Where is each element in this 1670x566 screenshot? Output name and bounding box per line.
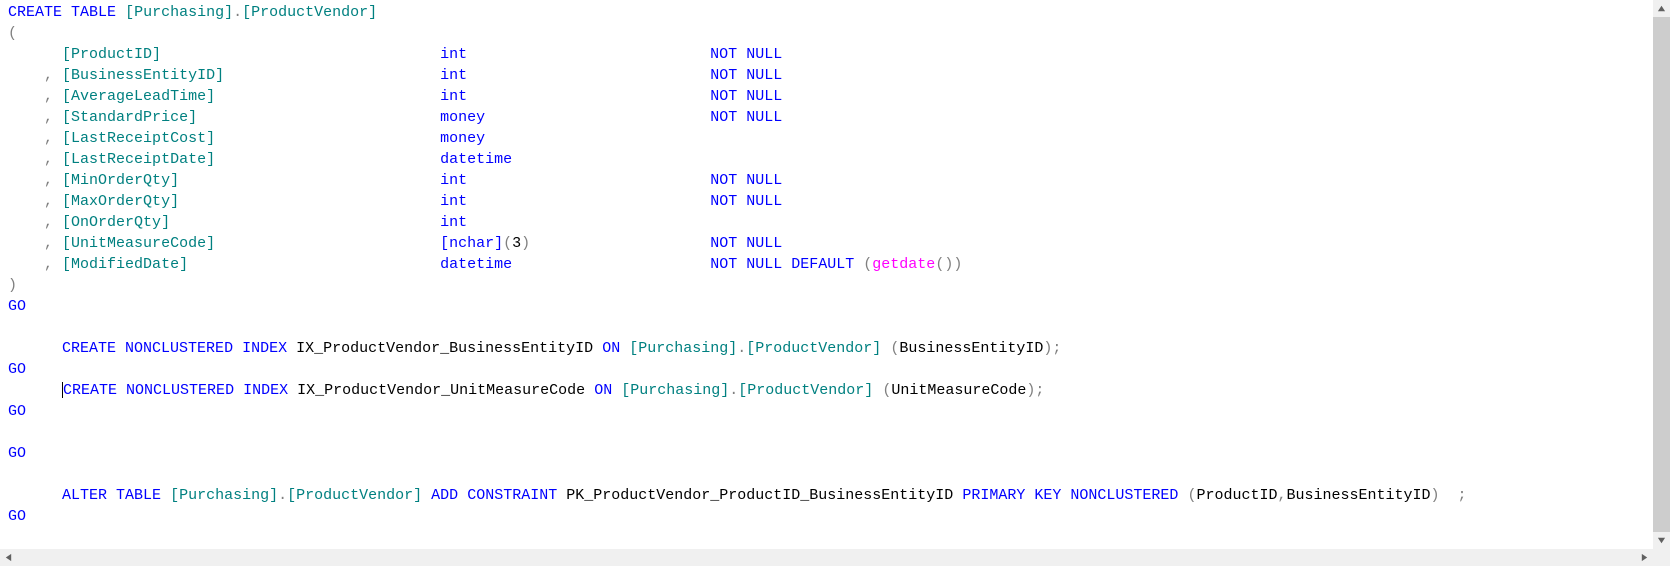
code-line[interactable]: , [ModifiedDate] datetime NOT NULL DEFAU… — [8, 254, 1645, 275]
code-line[interactable]: , [OnOrderQty] int — [8, 212, 1645, 233]
scrollbar-corner — [1653, 549, 1670, 566]
horizontal-scroll-track[interactable] — [17, 549, 1636, 566]
code-line[interactable]: , [BusinessEntityID] int NOT NULL — [8, 65, 1645, 86]
code-line[interactable]: , [MinOrderQty] int NOT NULL — [8, 170, 1645, 191]
code-line[interactable]: CREATE TABLE [Purchasing].[ProductVendor… — [8, 2, 1645, 23]
code-line[interactable]: , [UnitMeasureCode] [nchar](3) NOT NULL — [8, 233, 1645, 254]
code-line[interactable]: ALTER TABLE [Purchasing].[ProductVendor]… — [8, 485, 1645, 506]
code-line[interactable]: , [MaxOrderQty] int NOT NULL — [8, 191, 1645, 212]
code-line[interactable]: GO — [8, 443, 1645, 464]
code-line[interactable]: CREATE NONCLUSTERED INDEX IX_ProductVend… — [8, 338, 1645, 359]
code-line[interactable]: ) — [8, 275, 1645, 296]
code-line[interactable]: CREATE NONCLUSTERED INDEX IX_ProductVend… — [8, 380, 1645, 401]
code-line[interactable] — [8, 317, 1645, 338]
sql-editor: CREATE TABLE [Purchasing].[ProductVendor… — [0, 0, 1670, 566]
vertical-scroll-track[interactable] — [1653, 17, 1670, 532]
scroll-down-arrow-icon[interactable] — [1653, 532, 1670, 549]
code-line[interactable]: ( — [8, 23, 1645, 44]
code-line[interactable]: , [LastReceiptDate] datetime — [8, 149, 1645, 170]
code-line[interactable] — [8, 422, 1645, 443]
code-line[interactable]: , [StandardPrice] money NOT NULL — [8, 107, 1645, 128]
scroll-right-arrow-icon[interactable] — [1636, 549, 1653, 566]
vertical-scrollbar[interactable] — [1653, 0, 1670, 549]
code-line[interactable] — [8, 464, 1645, 485]
code-line[interactable]: [ProductID] int NOT NULL — [8, 44, 1645, 65]
code-line[interactable]: GO — [8, 359, 1645, 380]
code-line[interactable]: , [AverageLeadTime] int NOT NULL — [8, 86, 1645, 107]
code-line[interactable]: , [LastReceiptCost] money — [8, 128, 1645, 149]
code-line[interactable]: GO — [8, 401, 1645, 422]
scroll-left-arrow-icon[interactable] — [0, 549, 17, 566]
code-line[interactable]: GO — [8, 506, 1645, 527]
code-area[interactable]: CREATE TABLE [Purchasing].[ProductVendor… — [0, 0, 1653, 549]
horizontal-scroll-thumb[interactable] — [17, 549, 1636, 566]
scroll-up-arrow-icon[interactable] — [1653, 0, 1670, 17]
vertical-scroll-thumb[interactable] — [1653, 17, 1670, 532]
code-line[interactable]: GO — [8, 296, 1645, 317]
horizontal-scrollbar[interactable] — [0, 549, 1653, 566]
